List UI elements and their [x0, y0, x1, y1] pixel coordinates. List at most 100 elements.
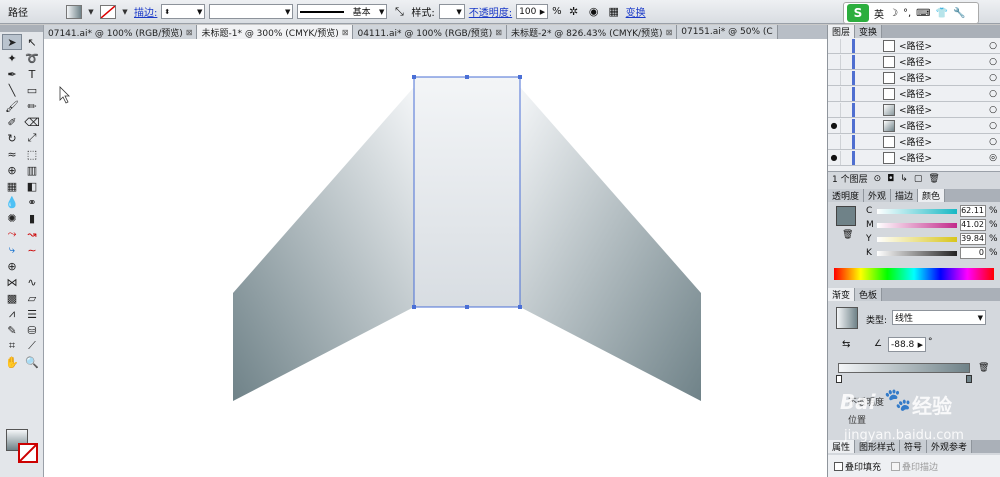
selection-handle[interactable] — [465, 305, 469, 309]
artboard-icon[interactable]: ↝ — [22, 226, 42, 242]
target-icon[interactable]: ○ — [986, 121, 1000, 131]
doc-tab[interactable]: 未标题-2* @ 826.43% (CMYK/预览) ⊠ — [506, 25, 678, 39]
eyedropper-icon[interactable]: 💧 — [2, 194, 22, 210]
layer-row[interactable]: <路径> ○ — [828, 102, 1000, 118]
black-slider[interactable] — [877, 250, 957, 256]
shirt-icon[interactable]: 👕 — [936, 8, 948, 19]
recolor-icon[interactable]: ✲ — [566, 4, 582, 19]
variable-width-dropdown[interactable]: ▼ — [209, 4, 294, 19]
moon-icon[interactable]: ☽ — [889, 8, 898, 19]
zoom-tool-icon[interactable]: 🔍 — [22, 354, 42, 370]
gradient-tool-icon[interactable]: ◧ — [22, 178, 42, 194]
selection-handle[interactable] — [518, 75, 522, 79]
artboard-canvas[interactable] — [44, 39, 827, 477]
stroke-link[interactable]: 描边: — [134, 4, 157, 19]
keyboard-icon[interactable]: ⌨ — [916, 8, 930, 19]
target-icon[interactable]: ○ — [986, 57, 1000, 67]
sogou-logo[interactable]: S — [847, 4, 869, 22]
selection-handle[interactable] — [518, 305, 522, 309]
target-icon[interactable]: ○ — [986, 89, 1000, 99]
layer-row[interactable]: <路径> ○ — [828, 54, 1000, 70]
selection-handle[interactable] — [465, 75, 469, 79]
stroke-weight-field[interactable]: ⬍ ▼ — [161, 4, 206, 19]
globe-icon[interactable]: ◉ — [586, 4, 602, 19]
scale-tool-icon[interactable]: ⤢ — [22, 130, 42, 146]
stroke-swatch[interactable] — [100, 4, 116, 19]
selection-handle[interactable] — [412, 75, 416, 79]
layer-row[interactable]: <路径> ○ — [828, 86, 1000, 102]
left-wing-shape[interactable] — [233, 87, 414, 401]
panel-grip[interactable] — [0, 25, 43, 32]
width-tool-icon[interactable]: ⤳ — [2, 226, 22, 242]
lasso-icon[interactable]: ➰ — [22, 50, 42, 66]
pencil-icon[interactable]: ✏ — [22, 98, 42, 114]
locate-object-icon[interactable]: ⊙ — [874, 174, 882, 184]
warp-tool-icon[interactable]: ≈ — [2, 146, 22, 162]
magic-wand-icon[interactable]: ✦ — [2, 50, 22, 66]
tab-appearance[interactable]: 外观 — [864, 189, 892, 202]
tab-color[interactable]: 颜色 — [918, 189, 946, 202]
knife-icon[interactable]: ⟋ — [22, 338, 42, 354]
opacity-link[interactable]: 不透明度: — [469, 4, 512, 19]
new-layer-icon[interactable]: ▢ — [914, 174, 923, 184]
eyedropper-2-icon[interactable]: ✎ — [2, 322, 22, 338]
doc-tab[interactable]: 未标题-1* @ 300% (CMYK/预览) ⊠ — [197, 25, 354, 39]
ime-mode[interactable]: 英 — [874, 6, 884, 21]
line-tool-icon[interactable]: ╲ — [2, 82, 22, 98]
hand-tool-icon[interactable]: ✋ — [2, 354, 22, 370]
gradient-preview-swatch[interactable] — [836, 307, 858, 329]
crop-icon[interactable]: ⌗ — [2, 338, 22, 354]
cyan-slider[interactable] — [877, 208, 957, 214]
mesh-tool-icon[interactable]: ▦ — [2, 178, 22, 194]
transform-link[interactable]: 变换 — [626, 4, 646, 19]
none-swatch-icon[interactable]: 🗑 — [842, 230, 853, 240]
zigzag-icon[interactable]: ⩘ — [2, 306, 22, 322]
selection-tool-icon[interactable]: ➤ — [2, 34, 22, 50]
brush-profile-dropdown[interactable]: 基本 ▼ — [297, 4, 388, 19]
eraser-icon[interactable]: ⌫ — [22, 114, 42, 130]
bowtie-icon[interactable]: ⋈ — [2, 274, 22, 290]
close-icon[interactable]: ⊠ — [186, 28, 193, 37]
current-color-swatch[interactable] — [836, 206, 856, 226]
wave-icon[interactable]: ∿ — [22, 274, 42, 290]
eye-icon[interactable]: ● — [828, 151, 840, 165]
chevron-down-icon[interactable]: ▼ — [86, 5, 96, 19]
doc-tab[interactable]: 07151.ai* @ 50% (C — [677, 25, 778, 39]
bucket-icon[interactable]: ⛁ — [22, 322, 42, 338]
layer-row[interactable]: <路径> ○ — [828, 134, 1000, 150]
list-icon[interactable]: ☰ — [22, 306, 42, 322]
tab-transparency[interactable]: 透明度 — [828, 189, 865, 202]
close-icon[interactable]: ⊠ — [666, 28, 673, 37]
gradient-stop-left[interactable] — [836, 375, 842, 383]
layer-row[interactable]: <路径> ○ — [828, 70, 1000, 86]
opacity-input[interactable]: 100 ▶ — [516, 4, 549, 19]
doc-tab[interactable]: 07141.ai* @ 100% (RGB/预览) ⊠ — [44, 25, 198, 39]
fill-swatch[interactable] — [66, 4, 82, 19]
target-icon[interactable]: ○ — [986, 137, 1000, 147]
shape-builder-icon[interactable]: ⊕ — [2, 162, 22, 178]
rectangle-tool-icon[interactable]: ▭ — [22, 82, 42, 98]
black-value[interactable]: 0 — [960, 247, 986, 259]
free-transform-icon[interactable]: ⬚ — [22, 146, 42, 162]
trash-icon[interactable]: 🗑 — [928, 174, 939, 184]
gradient-slider[interactable] — [838, 363, 970, 373]
tab-layers[interactable]: 图层 — [828, 25, 856, 38]
make-clipping-mask-icon[interactable]: ◘ — [887, 174, 894, 184]
blob-brush-icon[interactable]: ✐ — [2, 114, 22, 130]
punctuation-icon[interactable]: °, — [903, 8, 911, 19]
wrench-icon[interactable]: 🔧 — [953, 8, 965, 19]
blend-tool-icon[interactable]: ⚭ — [22, 194, 42, 210]
angle-input[interactable]: -88.8 ▶ — [888, 337, 926, 352]
new-sublayer-icon[interactable]: ↳ — [900, 174, 908, 184]
brush-options-icon[interactable]: ⤡ — [391, 4, 407, 19]
layer-row[interactable]: <路径> ○ — [828, 38, 1000, 54]
right-wing-shape[interactable] — [520, 87, 701, 401]
paintbrush-icon[interactable]: 🖌 — [2, 98, 22, 114]
target-icon[interactable]: ○ — [986, 41, 1000, 51]
yellow-value[interactable]: 39.84 — [960, 233, 986, 245]
rotate-tool-icon[interactable]: ↻ — [2, 130, 22, 146]
direct-selection-tool-icon[interactable]: ↖ — [22, 34, 42, 50]
yellow-slider[interactable] — [877, 236, 957, 242]
slice-tool-icon[interactable]: ⤷ — [2, 242, 22, 258]
reverse-gradient-icon[interactable]: ⇆ — [842, 339, 850, 350]
